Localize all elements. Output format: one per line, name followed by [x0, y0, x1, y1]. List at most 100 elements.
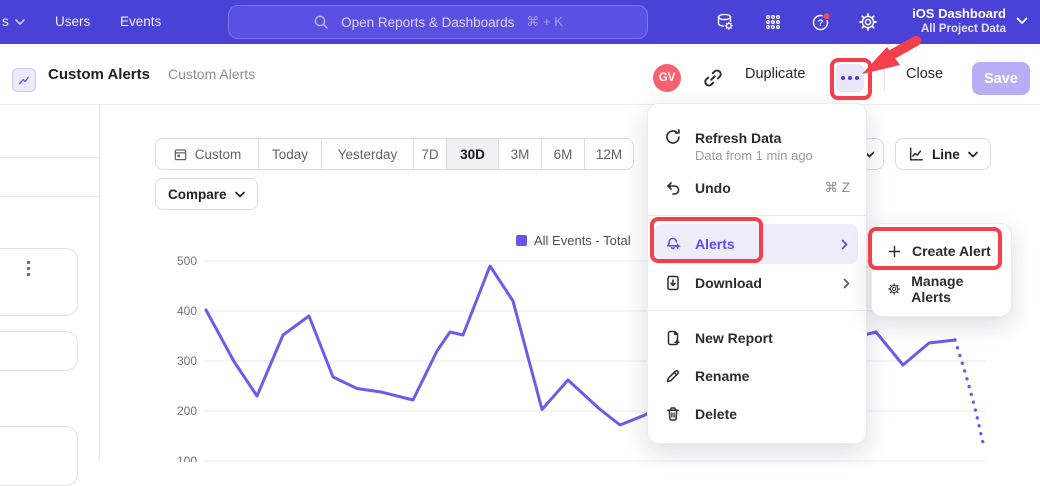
tab-6m[interactable]: 6M	[541, 139, 584, 169]
menu-item-label: Alerts	[695, 236, 735, 252]
nav-item-partial[interactable]: s	[2, 0, 25, 44]
menu-divider	[648, 215, 866, 216]
page-title: Custom Alerts	[48, 44, 150, 105]
global-search-input[interactable]: Open Reports & Dashboards ⌘ + K	[228, 5, 648, 39]
menu-item-label: Download	[695, 275, 762, 291]
compare-label: Compare	[168, 187, 227, 202]
tab-3m[interactable]: 3M	[498, 139, 541, 169]
more-options-menu: Refresh Data Data from 1 min ago Undo ⌘ …	[647, 103, 867, 444]
sidebar-section-divider	[0, 196, 99, 197]
chevron-down-icon	[968, 151, 978, 158]
svg-text:?: ?	[818, 18, 824, 29]
undo-icon	[664, 179, 682, 197]
report-header: Custom Alerts Custom Alerts GV Duplicate…	[0, 44, 1040, 105]
chart-legend: All Events - Total	[516, 233, 631, 248]
tab-label: 7D	[421, 147, 438, 162]
search-icon	[313, 14, 329, 30]
chevron-down-icon	[1016, 17, 1028, 25]
calendar-icon	[173, 147, 188, 162]
chevron-down-icon	[235, 191, 245, 198]
kebab-menu-icon[interactable]	[27, 261, 30, 276]
trash-icon	[664, 405, 682, 423]
tab-today[interactable]: Today	[258, 139, 321, 169]
menu-item-undo[interactable]: Undo ⌘ Z	[648, 169, 866, 207]
tab-label: Yesterday	[338, 147, 398, 162]
menu-divider	[648, 310, 866, 311]
avatar[interactable]: GV	[653, 64, 681, 92]
settings-gear-icon[interactable]	[857, 11, 879, 33]
tab-7d[interactable]: 7D	[413, 139, 446, 169]
project-selector[interactable]: iOS Dashboard All Project Data	[912, 5, 1006, 37]
menu-item-label: Undo	[695, 180, 731, 196]
menu-item-new-report[interactable]: New Report	[648, 319, 866, 357]
tab-label: 6M	[554, 147, 573, 162]
chevron-right-icon	[841, 239, 848, 250]
submenu-item-label: Create Alert	[912, 243, 991, 259]
tab-custom[interactable]: Custom	[156, 139, 258, 169]
menu-item-download[interactable]: Download	[648, 264, 866, 302]
tab-label: 30D	[460, 147, 485, 162]
legend-swatch	[516, 235, 527, 246]
compare-button[interactable]: Compare	[155, 178, 258, 210]
sidebar-card[interactable]	[0, 426, 78, 486]
sidebar-card[interactable]	[0, 331, 78, 371]
tab-label: 12M	[596, 147, 622, 162]
menu-item-shortcut: ⌘ Z	[825, 180, 851, 196]
copy-link-icon[interactable]	[702, 67, 724, 89]
gear-icon	[887, 281, 901, 297]
sidebar-divider	[99, 105, 100, 462]
menu-item-rename[interactable]: Rename	[648, 357, 866, 395]
nav-partial-label: s	[2, 0, 9, 44]
submenu-item-manage-alerts[interactable]: Manage Alerts	[872, 270, 1011, 308]
date-range-tabbar: Custom Today Yesterday 7D 30D 3M 6M 12M	[155, 138, 634, 170]
alerts-submenu: Create Alert Manage Alerts	[871, 223, 1012, 317]
download-icon	[664, 274, 682, 292]
svg-text:500: 500	[177, 254, 197, 268]
svg-text:100: 100	[177, 454, 197, 462]
help-icon[interactable]: ?	[810, 11, 832, 33]
tab-12m[interactable]: 12M	[584, 139, 633, 169]
menu-item-label: Delete	[695, 406, 737, 422]
menu-item-delete[interactable]: Delete	[648, 395, 866, 433]
sidebar-section-divider	[0, 157, 99, 158]
new-report-icon	[664, 329, 682, 347]
line-chart-icon	[908, 146, 924, 162]
more-options-button[interactable]	[836, 64, 864, 92]
alert-bell-plus-icon	[664, 235, 682, 253]
project-name: iOS Dashboard	[912, 5, 1006, 22]
chart-type-button[interactable]: Line	[895, 138, 991, 170]
refresh-icon	[664, 128, 682, 146]
tab-yesterday[interactable]: Yesterday	[321, 139, 413, 169]
close-button[interactable]: Close	[906, 44, 943, 105]
menu-item-refresh-subtitle: Data from 1 min ago	[648, 146, 866, 169]
chart-type-label: Line	[932, 147, 960, 162]
plus-icon	[887, 244, 902, 259]
chevron-right-icon	[843, 278, 850, 289]
tab-30d[interactable]: 30D	[446, 139, 498, 169]
tab-label: 3M	[511, 147, 530, 162]
menu-item-refresh-data[interactable]: Refresh Data	[648, 114, 866, 146]
nav-item-users[interactable]: Users	[55, 0, 90, 44]
nav-item-events[interactable]: Events	[120, 0, 161, 44]
sidebar-card[interactable]	[0, 248, 78, 316]
menu-item-label: Rename	[695, 368, 749, 384]
svg-text:400: 400	[177, 304, 197, 318]
apps-grid-icon[interactable]	[762, 11, 784, 33]
svg-text:200: 200	[177, 404, 197, 418]
svg-text:300: 300	[177, 354, 197, 368]
submenu-item-label: Manage Alerts	[911, 273, 996, 305]
data-management-icon[interactable]	[714, 11, 736, 33]
tab-label: Today	[272, 147, 308, 162]
project-scope: All Project Data	[912, 22, 1006, 37]
chevron-down-icon	[15, 19, 25, 25]
legend-label: All Events - Total	[534, 233, 631, 248]
search-placeholder: Open Reports & Dashboards	[341, 15, 514, 30]
save-button[interactable]: Save	[972, 62, 1030, 95]
menu-item-label: New Report	[695, 330, 773, 346]
report-type-icon	[12, 68, 36, 92]
submenu-item-create-alert[interactable]: Create Alert	[872, 232, 1011, 270]
breadcrumb: Custom Alerts	[168, 44, 255, 105]
search-shortcut: ⌘ + K	[526, 14, 563, 30]
duplicate-button[interactable]: Duplicate	[745, 44, 805, 105]
menu-item-alerts[interactable]: Alerts	[654, 224, 858, 264]
